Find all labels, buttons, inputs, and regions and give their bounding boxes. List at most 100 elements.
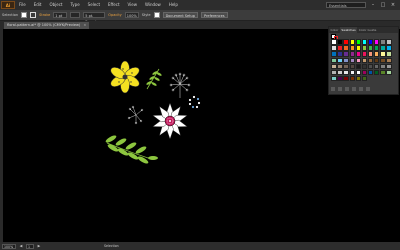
swatch-chip[interactable] [337,39,343,45]
swatch-chip[interactable] [343,75,349,82]
delete-swatch-icon[interactable] [366,87,370,91]
swatch-chip[interactable] [355,63,362,70]
swatch-chip[interactable] [343,69,349,76]
swatch-chip[interactable] [373,45,380,51]
dandelion-outline[interactable] [169,72,191,98]
swatch-chip[interactable] [337,51,343,57]
swatch-chip[interactable] [373,39,380,45]
close-icon[interactable]: × [390,2,396,8]
dot-wreath[interactable] [188,95,201,109]
swatch-chip[interactable] [331,69,337,76]
show-kinds-icon[interactable] [338,87,342,91]
stroke-swatch[interactable] [30,12,37,18]
tab-color[interactable]: Color [329,27,340,33]
new-color-group-icon[interactable] [352,87,356,91]
tab-swatches[interactable]: Swatches [339,27,358,33]
swatch-library-icon[interactable] [331,87,335,91]
swatch-chip[interactable] [386,39,392,45]
style-swatch[interactable] [153,12,160,18]
berry-cluster-outline[interactable] [127,105,144,125]
swatch-chip[interactable] [343,57,349,64]
swatch-chip[interactable] [361,51,368,57]
swatch-chip[interactable] [355,69,362,76]
minimize-icon[interactable]: – [370,2,376,8]
swatch-chip[interactable] [380,39,386,45]
swatch-chip[interactable] [349,69,356,76]
menu-select[interactable]: Select [84,0,104,10]
swatch-chip[interactable] [367,57,374,64]
swatch-chip[interactable] [367,39,374,45]
swatch-chip[interactable] [361,57,368,64]
close-tab-icon[interactable]: × [83,23,86,27]
swatch-chip[interactable] [386,51,392,57]
menu-window[interactable]: Window [141,0,165,10]
swatch-chip[interactable] [349,75,356,82]
swatch-chip[interactable] [343,45,349,51]
swatch-chip[interactable] [380,51,386,57]
swatch-chip[interactable] [367,69,374,76]
swatch-chip[interactable] [337,63,343,70]
stroke-weight-field[interactable]: 1 pt [53,12,68,18]
menu-object[interactable]: Object [45,0,66,10]
swatch-chip[interactable] [331,63,337,70]
leaf-sprig-small[interactable] [146,68,162,90]
swatch-chip[interactable] [373,63,380,70]
swatch-chip[interactable] [367,45,374,51]
swatch-chip[interactable] [367,63,374,70]
fill-swatch[interactable] [21,12,28,18]
swatch-chip[interactable] [337,45,343,51]
swatch-chip[interactable] [337,75,343,82]
swatch-chip[interactable] [331,51,337,57]
swatch-chip[interactable] [361,45,368,51]
swatch-chip[interactable] [361,39,368,45]
swatch-chip[interactable] [367,51,374,57]
yellow-flower[interactable] [108,60,142,94]
variable-width-field[interactable] [70,12,81,18]
swatch-chip[interactable] [331,39,337,45]
swatch-chip[interactable] [337,69,343,76]
swatch-chip[interactable] [380,57,386,64]
artboard-number-field[interactable]: 1 [26,243,34,249]
workspace-switcher[interactable]: Essentials [326,2,366,8]
swatch-chip[interactable] [361,75,368,82]
opacity-label[interactable]: Opacity [108,13,121,17]
menu-type[interactable]: Type [66,0,83,10]
swatch-chip[interactable] [343,39,349,45]
swatch-chip[interactable] [331,57,337,64]
stroke-label[interactable]: Stroke [39,13,50,17]
swatch-chip[interactable] [355,51,362,57]
prev-artboard-icon[interactable]: ◀ [19,244,23,249]
white-flower[interactable] [151,102,189,140]
swatch-chip[interactable] [349,63,356,70]
swatch-chip[interactable] [355,75,362,82]
swatch-chip[interactable] [386,63,392,70]
swatch-chip[interactable] [373,57,380,64]
swatch-chip[interactable] [349,51,356,57]
menu-file[interactable]: File [15,0,30,10]
tab-color-guide[interactable]: Color Guide [357,27,378,33]
zoom-field[interactable]: 100% [2,243,16,249]
menu-view[interactable]: View [124,0,142,10]
swatch-chip[interactable] [331,45,337,51]
swatch-chip[interactable] [343,63,349,70]
preferences-button[interactable]: Preferences [201,12,228,18]
swatch-chip[interactable] [386,57,392,64]
document-setup-button[interactable]: Document Setup [162,12,198,18]
maximize-icon[interactable]: □ [380,2,386,8]
menu-effect[interactable]: Effect [104,0,124,10]
swatch-chip[interactable] [349,39,356,45]
swatch-chip[interactable] [355,45,362,51]
swatch-chip[interactable] [355,57,362,64]
swatch-chip[interactable] [386,45,392,51]
brush-field[interactable]: 5 pt. Round [83,12,106,24]
swatch-chip[interactable] [349,45,356,51]
swatch-chip[interactable] [343,51,349,57]
menu-edit[interactable]: Edit [30,0,46,10]
swatch-chip[interactable] [380,69,386,76]
swatch-chip[interactable] [331,75,337,82]
swatch-chip[interactable] [380,45,386,51]
swatch-chip[interactable] [361,63,368,70]
leaf-branch-large[interactable] [105,134,158,165]
swatch-chip[interactable] [355,39,362,45]
menu-help[interactable]: Help [165,0,182,10]
